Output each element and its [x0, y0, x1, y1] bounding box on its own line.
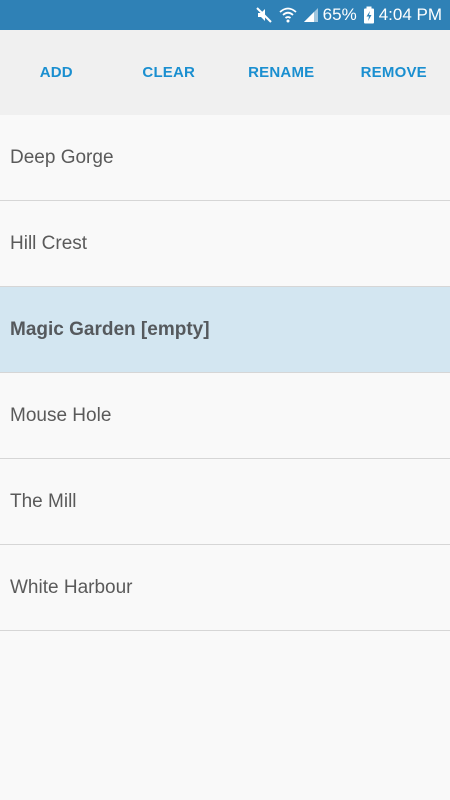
list-item-label: The Mill — [10, 490, 77, 512]
list-item-label: Mouse Hole — [10, 404, 112, 426]
profile-list: Deep Gorge Hill Crest Magic Garden [empt… — [0, 115, 450, 631]
add-button[interactable]: ADD — [0, 30, 113, 115]
list-item[interactable]: Mouse Hole — [0, 373, 450, 459]
list-item[interactable]: Hill Crest — [0, 201, 450, 287]
remove-button[interactable]: REMOVE — [338, 30, 450, 115]
list-item-label: Hill Crest — [10, 232, 88, 254]
action-toolbar: ADD CLEAR RENAME REMOVE — [0, 30, 450, 115]
list-item[interactable]: The Mill — [0, 459, 450, 545]
list-item[interactable]: Deep Gorge — [0, 115, 450, 201]
clock: 4:04 PM — [378, 5, 442, 24]
battery-charging-icon — [363, 6, 375, 24]
list-item-label: Deep Gorge — [10, 146, 114, 168]
list-item[interactable]: Magic Garden [empty] — [0, 287, 450, 373]
clear-button[interactable]: CLEAR — [113, 30, 226, 115]
signal-icon — [303, 7, 319, 23]
list-item-label: Magic Garden [empty] — [10, 318, 210, 340]
list-item-label: White Harbour — [10, 576, 133, 598]
battery-percent: 65% — [322, 5, 357, 24]
mute-icon — [255, 6, 273, 24]
wifi-icon — [279, 6, 297, 24]
status-bar: 65% 4:04 PM — [0, 0, 450, 30]
list-item[interactable]: White Harbour — [0, 545, 450, 631]
rename-button[interactable]: RENAME — [225, 30, 338, 115]
